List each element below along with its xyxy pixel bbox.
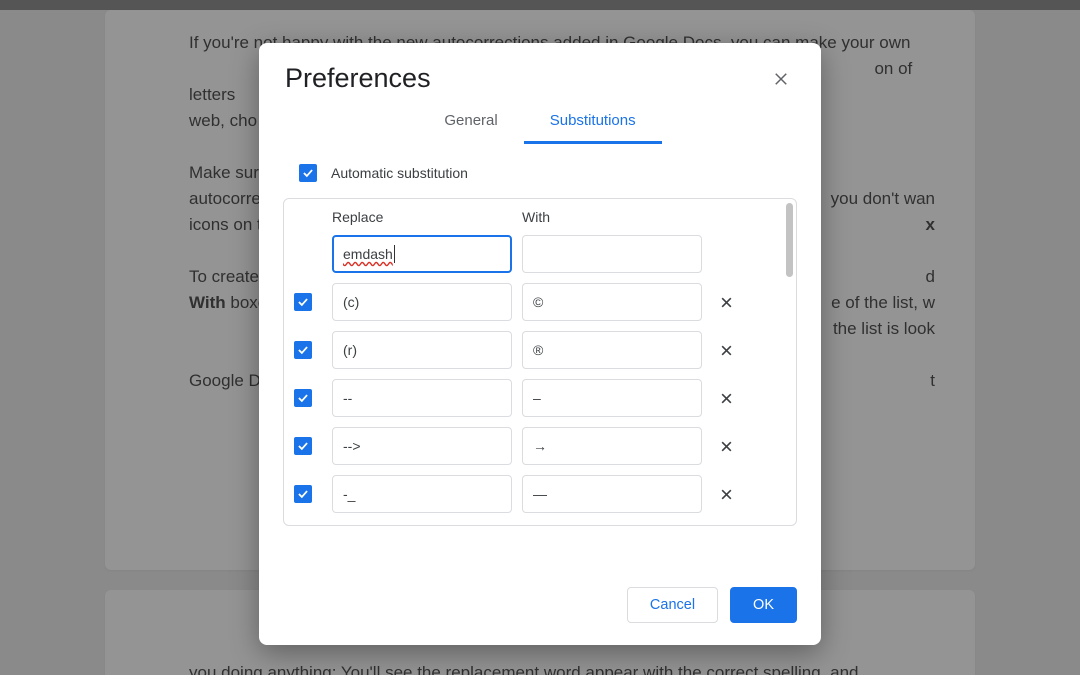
check-icon xyxy=(296,391,310,405)
check-icon xyxy=(296,487,310,501)
dialog-title: Preferences xyxy=(285,63,431,94)
row-checkbox[interactable] xyxy=(294,485,312,503)
replace-input[interactable] xyxy=(332,427,512,465)
close-icon xyxy=(720,296,733,309)
substitution-entry-row: emdash xyxy=(332,235,768,273)
close-icon xyxy=(720,440,733,453)
check-icon xyxy=(301,166,315,180)
substitution-table: Replace With emdash xyxy=(283,198,797,526)
delete-row-button[interactable] xyxy=(714,338,738,362)
row-checkbox[interactable] xyxy=(294,437,312,455)
scrollbar-thumb[interactable] xyxy=(786,203,793,277)
delete-row-button[interactable] xyxy=(714,290,738,314)
delete-row-button[interactable] xyxy=(714,434,738,458)
tab-substitutions[interactable]: Substitutions xyxy=(524,102,662,144)
auto-substitution-label: Automatic substitution xyxy=(331,165,468,181)
substitution-row xyxy=(332,427,768,465)
window-chrome-strip xyxy=(0,0,1080,10)
tabs: General Substitutions xyxy=(259,102,821,144)
replace-input[interactable] xyxy=(332,379,512,417)
close-icon xyxy=(720,344,733,357)
row-checkbox[interactable] xyxy=(294,389,312,407)
replace-input[interactable] xyxy=(332,331,512,369)
cancel-button[interactable]: Cancel xyxy=(627,587,718,623)
with-input[interactable] xyxy=(522,475,702,513)
ok-button[interactable]: OK xyxy=(730,587,797,623)
check-icon xyxy=(296,295,310,309)
substitution-row xyxy=(332,331,768,369)
close-icon xyxy=(720,488,733,501)
replace-input[interactable] xyxy=(332,283,512,321)
with-input[interactable] xyxy=(522,283,702,321)
text-caret xyxy=(394,245,395,263)
substitution-row xyxy=(332,283,768,321)
with-input[interactable] xyxy=(522,379,702,417)
row-checkbox[interactable] xyxy=(294,293,312,311)
close-icon xyxy=(772,70,790,88)
replace-input[interactable] xyxy=(332,475,512,513)
column-header-with: With xyxy=(522,209,702,225)
delete-row-button[interactable] xyxy=(714,386,738,410)
tab-general[interactable]: General xyxy=(418,102,523,144)
with-input[interactable] xyxy=(522,331,702,369)
with-input[interactable] xyxy=(522,235,702,273)
substitution-row xyxy=(332,379,768,417)
check-icon xyxy=(296,439,310,453)
preferences-dialog: Preferences General Substitutions Automa… xyxy=(259,43,821,645)
auto-substitution-checkbox[interactable] xyxy=(299,164,317,182)
close-button[interactable] xyxy=(767,65,795,93)
delete-row-button[interactable] xyxy=(714,482,738,506)
replace-input[interactable]: emdash xyxy=(343,246,393,262)
row-checkbox[interactable] xyxy=(294,341,312,359)
with-input[interactable] xyxy=(522,427,702,465)
close-icon xyxy=(720,392,733,405)
column-header-replace: Replace xyxy=(332,209,512,225)
check-icon xyxy=(296,343,310,357)
substitution-row xyxy=(332,475,768,513)
